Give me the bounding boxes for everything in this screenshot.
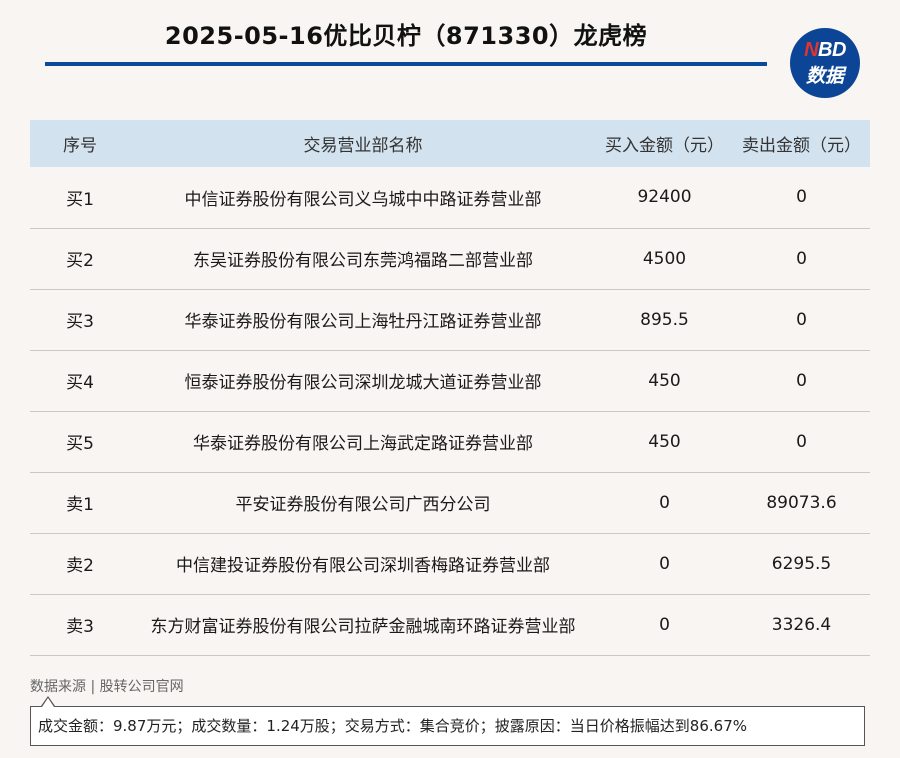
row-sell-amount: 89073.6: [766, 492, 837, 513]
row-buy-amount: 895.5: [640, 309, 689, 330]
note-pointer-fill: [42, 698, 54, 707]
table-row: 卖2 中信建投证券股份有限公司深圳香梅路证券营业部 0 6295.5: [30, 533, 870, 594]
page-title: 2025-05-16优比贝柠（871330）龙虎榜: [164, 22, 648, 50]
row-branch-name: 华泰证券股份有限公司上海牡丹江路证券营业部: [184, 312, 542, 332]
row-branch-name: 恒泰证券股份有限公司深圳龙城大道证券营业部: [184, 373, 542, 393]
header-buy-amount: 买入金额（元）: [605, 136, 724, 156]
logo-text-line1: NBD: [790, 39, 860, 62]
row-index: 买2: [66, 251, 94, 271]
row-sell-amount: 0: [796, 370, 807, 391]
row-index: 卖2: [66, 556, 94, 576]
row-index: 买1: [66, 189, 94, 210]
row-branch-name: 平安证券股份有限公司广西分公司: [235, 495, 491, 515]
row-buy-amount: 450: [648, 370, 681, 391]
row-sell-amount: 6295.5: [771, 553, 832, 574]
row-buy-amount: 0: [659, 492, 670, 513]
table-row: 买5 华泰证券股份有限公司上海武定路证券营业部 450 0: [30, 411, 870, 472]
row-index: 买3: [66, 312, 94, 332]
row-sell-amount: 0: [796, 248, 807, 269]
row-buy-amount: 92400: [637, 187, 692, 208]
dragon-tiger-table: 序号 交易营业部名称 买入金额（元） 卖出金额（元） 买1 中信证券股份有限公司…: [30, 120, 870, 656]
table-row: 买3 华泰证券股份有限公司上海牡丹江路证券营业部 895.5 0: [30, 289, 870, 350]
title-underline: [45, 62, 767, 66]
row-index: 卖1: [66, 495, 94, 515]
row-branch-name: 东吴证券股份有限公司东莞鸿福路二部营业部: [193, 251, 533, 271]
trade-summary-note: 成交金额：9.87万元；成交数量：1.24万股；交易方式：集合竞价；披露原因：当…: [30, 706, 865, 746]
row-branch-name: 华泰证券股份有限公司上海武定路证券营业部: [193, 434, 533, 454]
logo-letters-bd: BD: [818, 39, 846, 61]
row-sell-amount: 3326.4: [771, 614, 832, 635]
table-row: 卖1 平安证券股份有限公司广西分公司 0 89073.6: [30, 472, 870, 533]
header-sell-amount: 卖出金额（元）: [742, 136, 861, 156]
row-buy-amount: 450: [648, 431, 681, 452]
table-row: 买2 东吴证券股份有限公司东莞鸿福路二部营业部 4500 0: [30, 228, 870, 289]
row-branch-name: 中信建投证券股份有限公司深圳香梅路证券营业部: [176, 556, 550, 576]
table-header-row: 序号 交易营业部名称 买入金额（元） 卖出金额（元）: [30, 120, 870, 167]
row-buy-amount: 0: [659, 553, 670, 574]
header-index: 序号: [63, 136, 97, 156]
row-buy-amount: 4500: [642, 248, 687, 269]
data-source: 数据来源 | 股转公司官网: [30, 679, 184, 695]
logo-letter-n: N: [804, 39, 819, 61]
header-branch-name: 交易营业部名称: [303, 136, 423, 156]
row-branch-name: 东方财富证券股份有限公司拉萨金融城南环路证券营业部: [150, 617, 576, 637]
nbd-logo: NBD 数据: [790, 28, 860, 98]
row-sell-amount: 0: [796, 187, 807, 208]
row-index: 卖3: [66, 617, 94, 637]
table-row: 卖3 东方财富证券股份有限公司拉萨金融城南环路证券营业部 0 3326.4: [30, 594, 870, 655]
row-index: 买5: [66, 434, 94, 454]
logo-text-line2: 数据: [805, 65, 844, 87]
row-branch-name: 中信证券股份有限公司义乌城中中路证券营业部: [184, 189, 542, 210]
row-buy-amount: 0: [659, 614, 670, 635]
row-sell-amount: 0: [796, 431, 807, 452]
row-index: 买4: [66, 373, 94, 393]
row-sell-amount: 0: [796, 309, 807, 330]
table-row: 买4 恒泰证券股份有限公司深圳龙城大道证券营业部 450 0: [30, 350, 870, 411]
table-row: 买1 中信证券股份有限公司义乌城中中路证券营业部 92400 0: [30, 167, 870, 228]
